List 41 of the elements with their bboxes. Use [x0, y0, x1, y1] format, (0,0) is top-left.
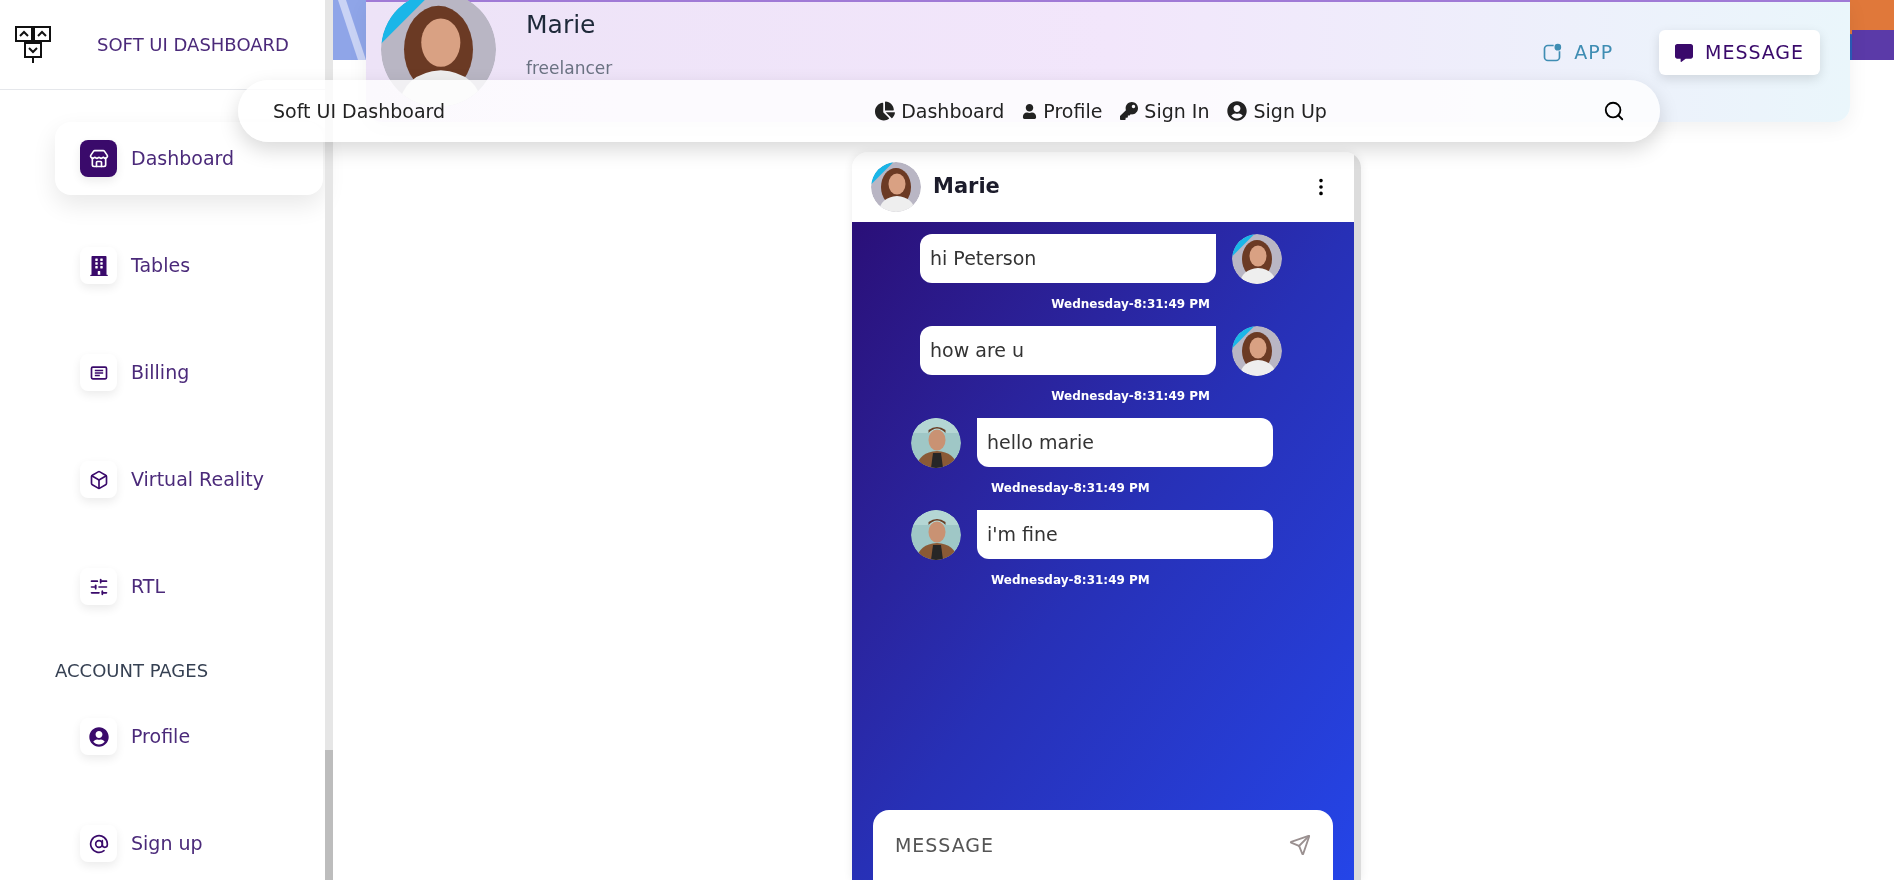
message-time: Wednesday-8:31:49 PM	[1051, 296, 1210, 313]
nav-link[interactable]: Sign In	[1120, 96, 1210, 126]
logo-icon	[15, 25, 51, 64]
message-bubble: how are u	[920, 326, 1216, 375]
message-bubble: hi Peterson	[920, 234, 1216, 283]
pie-chart-icon	[875, 101, 896, 121]
message-icon	[1675, 43, 1694, 62]
building-icon	[88, 255, 109, 276]
nav-link[interactable]: Profile	[1022, 96, 1103, 126]
sidebar-item[interactable]: Sign up	[55, 807, 323, 880]
store-icon	[88, 148, 109, 169]
app-icon	[1542, 42, 1563, 63]
section-heading: ACCOUNT PAGES	[54, 659, 210, 683]
sidebar-item[interactable]: Billing	[55, 336, 323, 409]
message-bubble: hello marie	[977, 418, 1273, 467]
search-icon[interactable]	[1603, 100, 1625, 122]
user-icon	[1022, 103, 1038, 119]
contact-name: Marie	[933, 173, 1000, 201]
brand-name[interactable]: SOFT UI DASHBOARD	[97, 31, 289, 58]
nav-link[interactable]: Sign Up	[1227, 96, 1327, 126]
at-sign-icon	[88, 833, 109, 854]
message-time: Wednesday-8:31:49 PM	[1051, 388, 1210, 405]
sidebar-item[interactable]: Tables	[55, 229, 323, 302]
sidebar-item[interactable]: Dashboard	[55, 122, 323, 195]
nav-link[interactable]: Dashboard	[875, 96, 1005, 126]
scrollbar-thumb[interactable]	[325, 750, 333, 880]
profile-name: Marie	[526, 9, 597, 41]
sidebar-item[interactable]: Profile	[55, 700, 323, 773]
key-icon	[1120, 102, 1139, 120]
message-time: Wednesday-8:31:49 PM	[991, 572, 1150, 589]
sidebar-item[interactable]: Virtual Reality	[55, 443, 323, 516]
message-bubble: i'm fine	[977, 510, 1273, 559]
message-text-input[interactable]: MESSAGE	[895, 830, 1289, 860]
sidebar-item[interactable]: RTL	[55, 550, 323, 623]
message-time: Wednesday-8:31:49 PM	[991, 480, 1150, 497]
profile-tab[interactable]: MESSAGE	[1659, 30, 1820, 75]
message-input[interactable]: MESSAGE	[873, 810, 1333, 880]
cube-icon	[88, 469, 109, 490]
send-icon[interactable]	[1289, 834, 1311, 856]
profile-role: freelancer	[526, 56, 613, 80]
sliders-icon	[88, 576, 109, 597]
